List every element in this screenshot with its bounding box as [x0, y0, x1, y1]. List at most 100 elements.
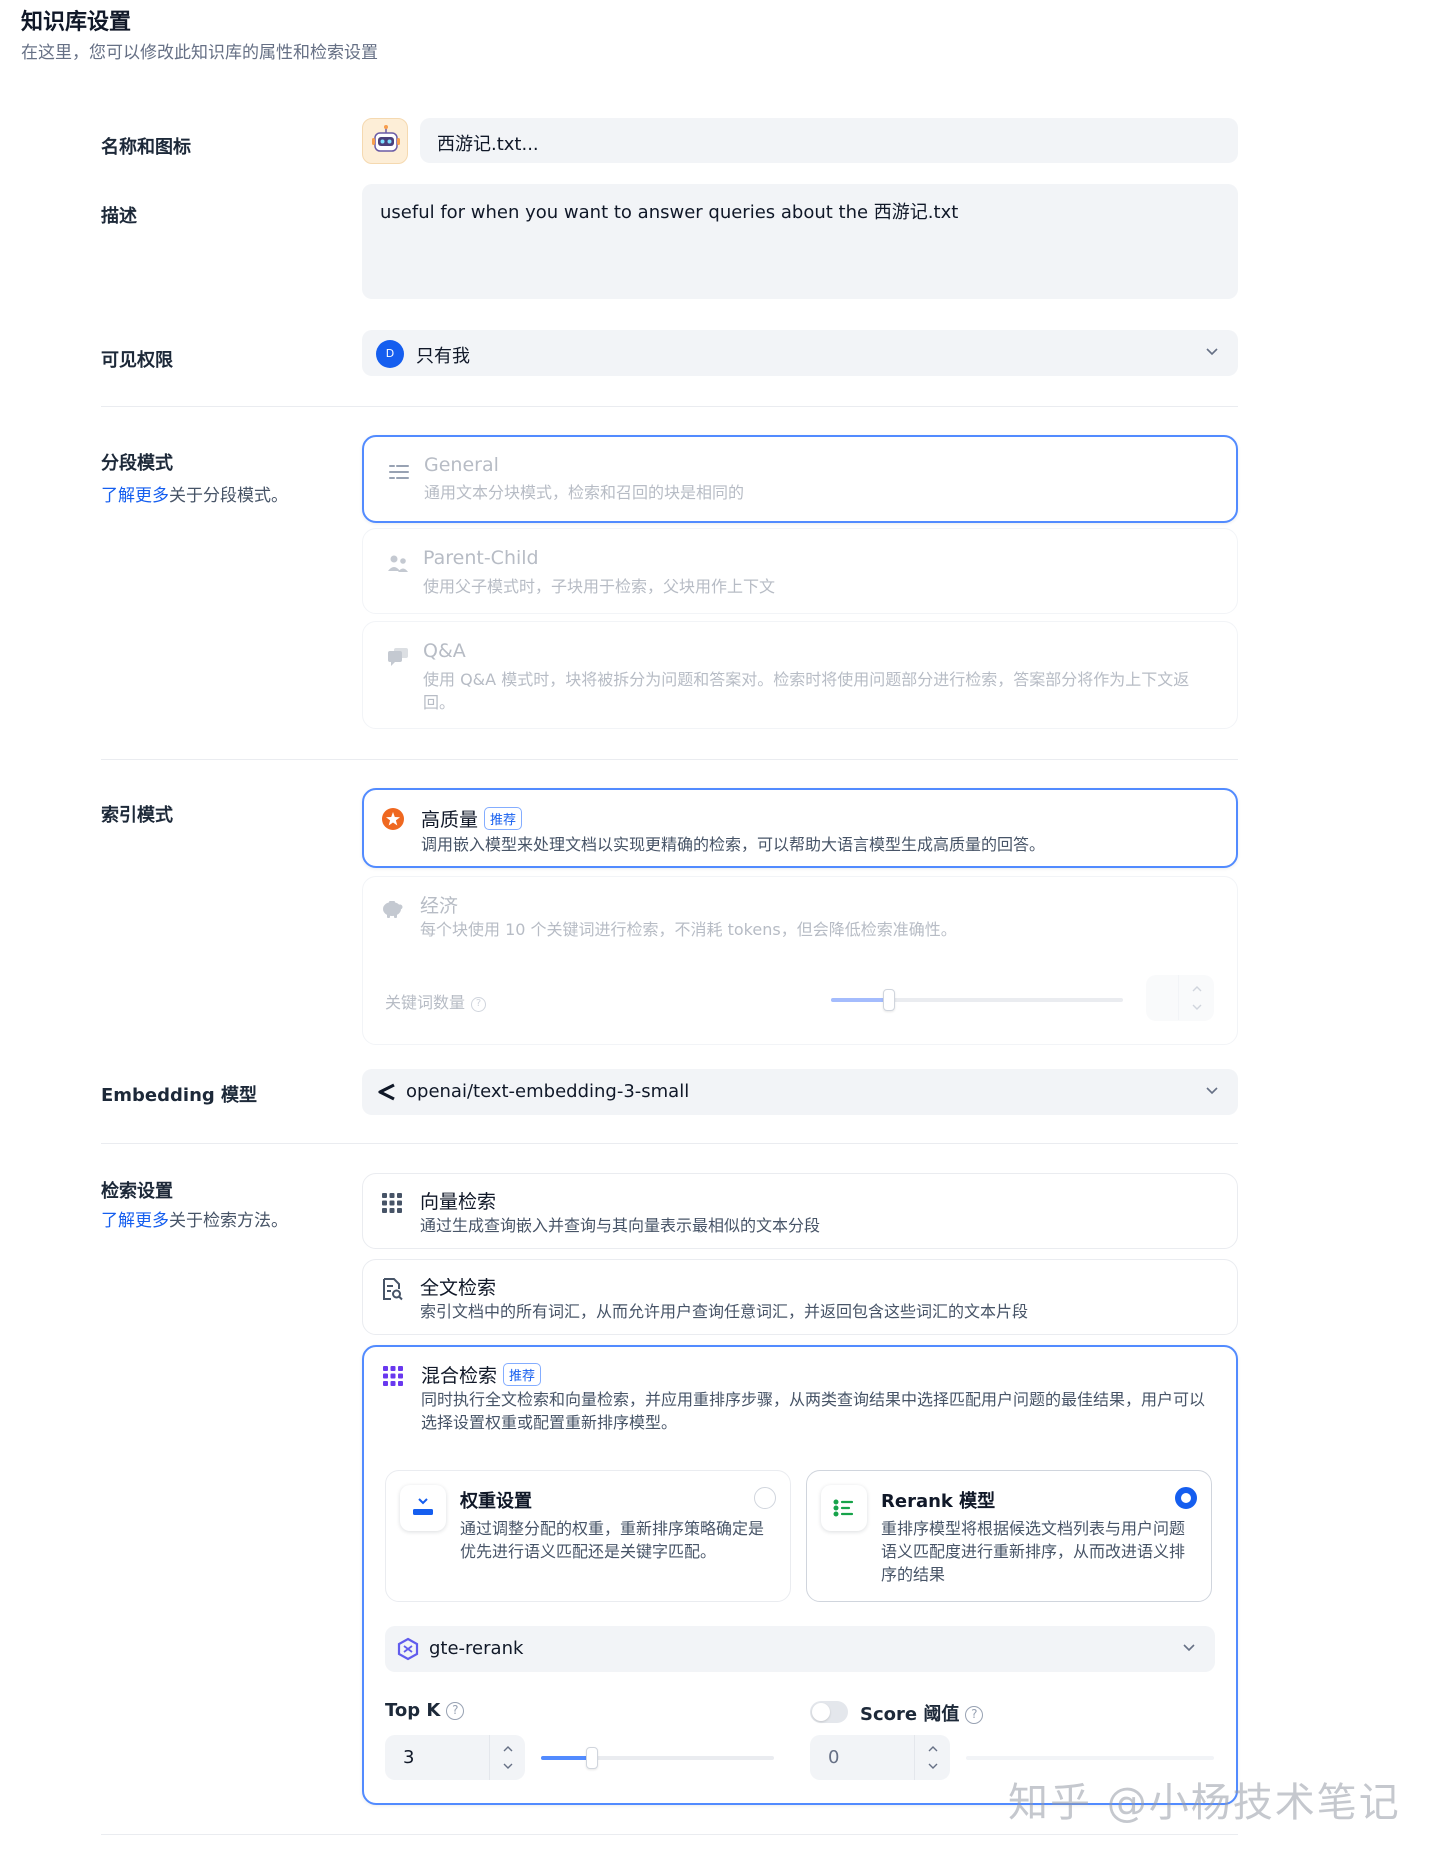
help-icon: ?: [471, 997, 487, 1012]
retrieval-option-desc: 同时执行全文检索和向量检索，并应用重排序步骤，从两类查询结果中选择匹配用户问题的…: [421, 1390, 1206, 1432]
score-threshold-label: Score 阈值?: [860, 1700, 984, 1726]
retrieval-option-title-text: 混合检索: [421, 1365, 498, 1387]
permission-select[interactable]: D 只有我: [362, 330, 1238, 376]
rerank-model-card[interactable]: Rerank 模型 重排序模型将根据候选文档列表与用户问题语义匹配度进行重新排序…: [806, 1470, 1212, 1602]
chunk-option-desc: 通用文本分块模式，检索和召回的块是相同的: [424, 483, 745, 502]
divider: [101, 759, 1238, 760]
parent-child-icon: [388, 555, 408, 572]
slider-thumb[interactable]: [883, 989, 895, 1011]
chunk-option-general[interactable]: General 通用文本分块模式，检索和召回的块是相同的: [362, 435, 1238, 523]
stepper-arrows-icon: [503, 1746, 513, 1769]
score-threshold-slider[interactable]: [966, 1756, 1214, 1760]
rerank-model-select[interactable]: gte-rerank: [385, 1626, 1215, 1672]
divider: [101, 1143, 1238, 1144]
retrieval-learn-more-link[interactable]: 了解更多: [101, 1211, 169, 1231]
top-k-input[interactable]: 3: [385, 1735, 525, 1780]
retrieval-learn-more-suffix: 关于检索方法。: [169, 1211, 288, 1231]
chevron-down-icon: [1206, 348, 1218, 356]
page-subtitle: 在这里，您可以修改此知识库的属性和检索设置: [21, 43, 378, 63]
rerank-model-desc: 重排序模型将根据候选文档列表与用户问题语义匹配度进行重新排序，从而改进语义排序的…: [881, 1519, 1186, 1584]
index-option-high-quality[interactable]: 高质量 推荐 调用嵌入模型来处理文档以实现更精确的检索，可以帮助大语言模型生成高质…: [362, 788, 1238, 868]
stepper-arrows[interactable]: [914, 1735, 950, 1780]
weight-settings-radio[interactable]: [754, 1487, 776, 1509]
retrieval-learn-more: 了解更多关于检索方法。: [101, 1206, 288, 1231]
retrieval-option-vector[interactable]: 向量检索 通过生成查询嵌入并查询与其向量表示最相似的文本分段: [362, 1173, 1238, 1249]
index-option-desc: 每个块使用 10 个关键词进行检索，不消耗 tokens，但会降低检索准确性。: [420, 920, 957, 939]
stepper-arrows[interactable]: [1178, 975, 1214, 1020]
chunk-learn-more: 了解更多关于分段模式。: [101, 481, 288, 506]
avatar: D: [376, 340, 404, 368]
permission-value: 只有我: [416, 346, 470, 367]
piggy-bank-icon: [383, 901, 403, 918]
tongyi-icon: [397, 1637, 419, 1661]
retrieval-option-title: 向量检索: [420, 1191, 497, 1213]
document-search-icon: [383, 1278, 403, 1301]
retrieval-option-desc: 通过生成查询嵌入并查询与其向量表示最相似的文本分段: [420, 1216, 821, 1235]
keyword-count-stepper[interactable]: [1146, 975, 1214, 1021]
grid-dots-icon: [382, 1193, 402, 1213]
index-option-desc: 调用嵌入模型来处理文档以实现更精确的检索，可以帮助大语言模型生成高质量的回答。: [421, 835, 1046, 854]
chunk-learn-more-suffix: 关于分段模式。: [169, 486, 288, 506]
chunk-option-desc: 使用父子模式时，子块用于检索，父块用作上下文: [423, 577, 776, 596]
page-title: 知识库设置: [21, 10, 132, 35]
slider-thumb[interactable]: [586, 1747, 598, 1769]
keyword-count-slider[interactable]: [831, 989, 1123, 1011]
index-option-economy[interactable]: 经济 每个块使用 10 个关键词进行检索，不消耗 tokens，但会降低检索准确…: [362, 876, 1238, 1045]
embedding-label: Embedding 模型: [101, 1085, 258, 1106]
help-icon: ?: [965, 1706, 984, 1724]
recommended-badge: 推荐: [484, 807, 523, 830]
index-option-title: 高质量 推荐: [421, 805, 523, 832]
score-threshold-value: 0: [828, 1747, 840, 1768]
score-threshold-toggle[interactable]: [810, 1701, 848, 1723]
rerank-model-radio[interactable]: [1175, 1487, 1197, 1509]
retrieval-option-desc: 索引文档中的所有词汇，从而允许用户查询任意词汇，并返回包含这些词汇的文本片段: [420, 1302, 1029, 1321]
top-k-label-text: Top K: [385, 1700, 441, 1721]
name-input[interactable]: 西游记.txt...: [420, 118, 1238, 163]
embedding-model-select[interactable]: openai/text-embedding-3-small: [362, 1069, 1238, 1115]
weight-settings-card[interactable]: 权重设置 通过调整分配的权重，重新排序策略确定是优先进行语义匹配还是关键字匹配。: [385, 1470, 791, 1602]
robot-icon[interactable]: [362, 118, 408, 164]
chevron-down-icon: [1206, 1087, 1218, 1095]
chunk-option-title: Q&A: [423, 640, 466, 662]
description-label: 描述: [101, 206, 137, 227]
retrieval-label: 检索设置: [101, 1181, 173, 1202]
retrieval-option-title: 混合检索 推荐: [421, 1361, 542, 1388]
weight-settings-desc: 通过调整分配的权重，重新排序策略确定是优先进行语义匹配还是关键字匹配。: [460, 1519, 765, 1561]
retrieval-option-fulltext[interactable]: 全文检索 索引文档中的所有词汇，从而允许用户查询任意词汇，并返回包含这些词汇的文…: [362, 1259, 1238, 1335]
watermark: 知乎 @小杨技术笔记: [1008, 1780, 1401, 1826]
score-threshold-input[interactable]: 0: [810, 1735, 950, 1780]
chunk-option-title: Parent-Child: [423, 547, 539, 569]
embedding-model-value: openai/text-embedding-3-small: [406, 1081, 690, 1102]
index-mode-label: 索引模式: [101, 805, 173, 826]
stepper-arrows-icon: [928, 1746, 938, 1769]
rerank-model-title: Rerank 模型: [881, 1491, 996, 1512]
rerank-icon: [821, 1485, 867, 1531]
top-k-slider[interactable]: [541, 1747, 774, 1769]
recommended-badge: 推荐: [503, 1363, 542, 1386]
openai-icon: [378, 1083, 395, 1101]
top-k-value: 3: [403, 1747, 415, 1768]
description-textarea[interactable]: useful for when you want to answer queri…: [362, 184, 1238, 299]
chunk-mode-label: 分段模式: [101, 453, 173, 474]
index-option-title-text: 高质量: [421, 809, 479, 831]
grid-dots-purple-icon: [383, 1366, 403, 1386]
stepper-arrows[interactable]: [489, 1735, 525, 1780]
score-threshold-label-text: Score 阈值: [860, 1704, 960, 1725]
help-icon: ?: [446, 1702, 465, 1720]
divider: [101, 406, 1238, 407]
keyword-count-label: 关键词数量?: [385, 989, 487, 1013]
chunk-learn-more-link[interactable]: 了解更多: [101, 486, 169, 506]
name-label: 名称和图标: [101, 137, 191, 158]
text-lines-icon: [389, 465, 409, 479]
chunk-option-parent-child[interactable]: Parent-Child 使用父子模式时，子块用于检索，父块用作上下文: [362, 528, 1238, 614]
keyword-count-label-text: 关键词数量: [385, 993, 466, 1012]
chunk-option-desc: 使用 Q&A 模式时，块将被拆分为问题和答案对。检索时将使用问题部分进行检索，答…: [423, 670, 1190, 712]
rerank-model-value: gte-rerank: [429, 1638, 524, 1659]
chevron-down-icon: [1183, 1644, 1195, 1652]
chunk-option-qa[interactable]: Q&A 使用 Q&A 模式时，块将被拆分为问题和答案对。检索时将使用问题部分进行…: [362, 621, 1238, 729]
chat-bubbles-icon: [388, 648, 408, 666]
chunk-option-title: General: [424, 454, 499, 476]
slider-fill: [831, 998, 889, 1002]
weight-settings-title: 权重设置: [460, 1491, 532, 1512]
top-k-label: Top K?: [385, 1700, 465, 1721]
